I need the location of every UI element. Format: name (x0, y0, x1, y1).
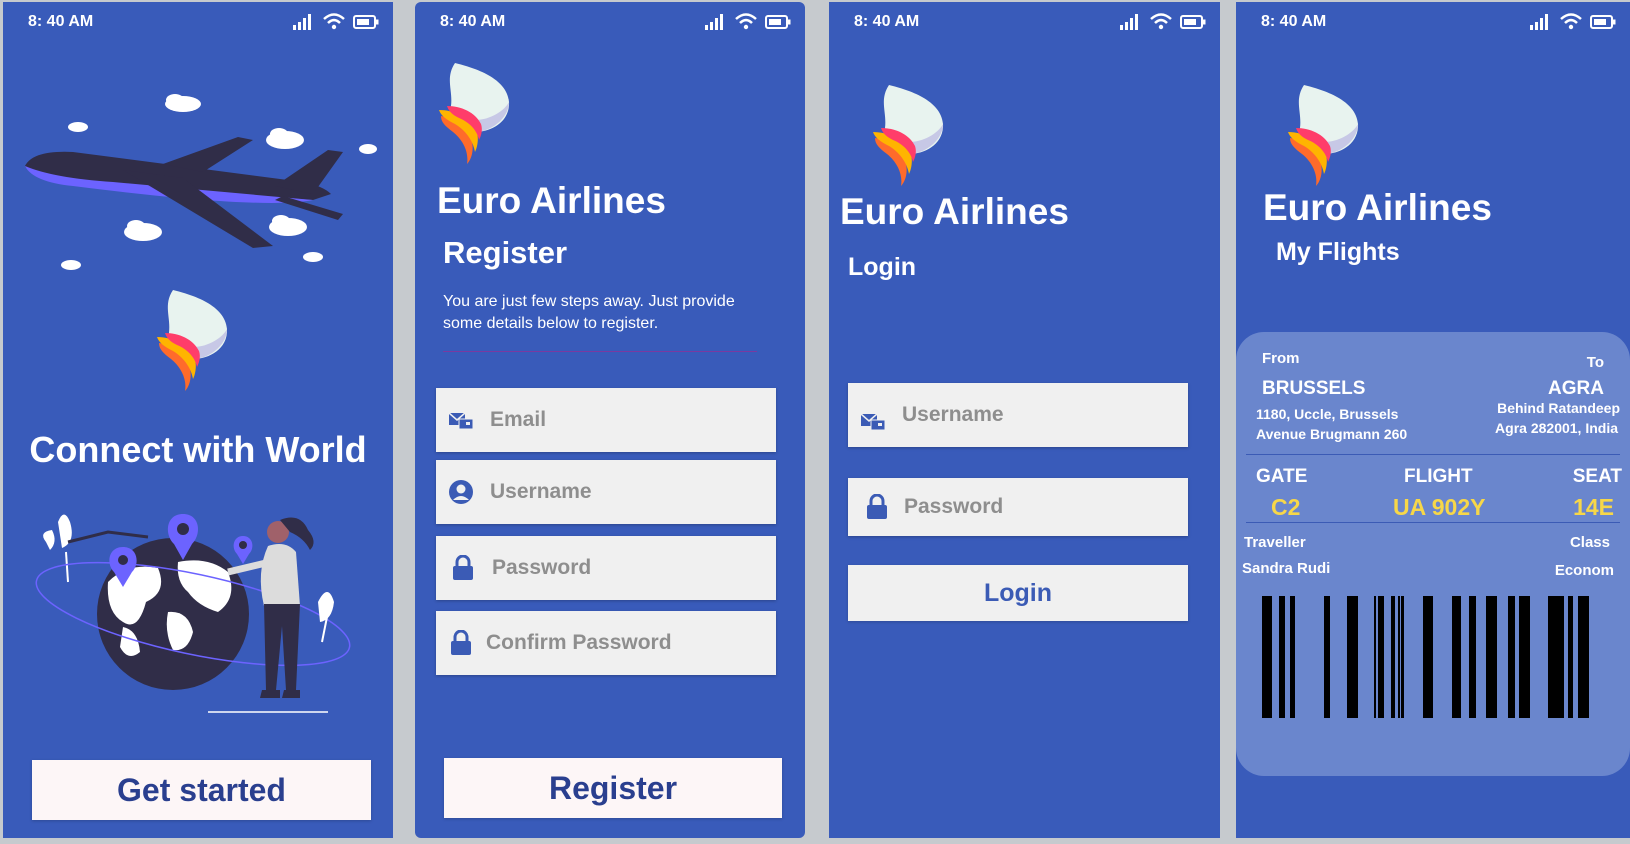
lock-icon (864, 494, 890, 520)
flight-value: UA 902Y (1393, 494, 1486, 520)
page-title: Register (443, 235, 568, 270)
euro-airlines-logo (1288, 85, 1359, 186)
wifi-icon (735, 13, 757, 30)
signal-icon (293, 14, 311, 30)
seat-value: 14E (1573, 494, 1614, 520)
from-address-line1: 1180, Uccle, Brussels (1256, 406, 1399, 422)
class-label: Class (1569, 534, 1610, 551)
brand-name: Euro Airlines (840, 191, 1069, 232)
status-icons (1120, 13, 1206, 30)
lock-icon (450, 555, 476, 581)
password-input[interactable] (490, 555, 754, 581)
to-label: To (1586, 354, 1604, 371)
divider (1246, 454, 1620, 455)
seat-label: SEAT (1572, 466, 1622, 487)
euro-airlines-logo (439, 63, 510, 164)
battery-icon (1180, 14, 1206, 29)
status-bar: 8: 40 AM (3, 2, 393, 42)
class-value: Econom (1554, 562, 1614, 579)
status-time: 8: 40 AM (28, 13, 94, 30)
welcome-screen: 8: 40 AM Connect with World Get started (3, 2, 393, 838)
username-input[interactable] (900, 402, 1164, 428)
globe-traveller-illustration (35, 514, 351, 713)
username-input[interactable] (488, 479, 752, 505)
wifi-icon (323, 13, 345, 30)
username-field[interactable] (848, 383, 1188, 447)
signal-icon (1120, 14, 1138, 30)
envelope-icon (448, 407, 474, 433)
status-bar: 8: 40 AM (415, 2, 805, 42)
user-icon (448, 479, 474, 505)
traveller-name: Sandra Rudi (1242, 560, 1331, 577)
register-button[interactable]: Register (444, 758, 782, 818)
to-address-line1: Behind Ratandeep (1497, 400, 1620, 416)
lock-icon (448, 630, 474, 656)
status-time: 8: 40 AM (854, 13, 920, 30)
to-address-line2: Agra 282001, India (1495, 420, 1618, 436)
my-flights-screen: 8: 40 AM Euro Airlines My Flights From T… (1236, 2, 1630, 838)
euro-airlines-logo (157, 290, 228, 391)
status-time: 8: 40 AM (1261, 13, 1327, 30)
brand-name: Euro Airlines (1263, 187, 1492, 228)
from-label: From (1262, 350, 1300, 367)
confirm-password-field[interactable] (436, 611, 776, 675)
page-title: My Flights (1276, 238, 1400, 266)
envelope-icon (860, 408, 886, 434)
confirm-password-input[interactable] (484, 630, 748, 656)
divider (1246, 522, 1620, 523)
boarding-pass-card[interactable]: From To BRUSSELS AGRA 1180, Uccle, Bruss… (1236, 332, 1630, 776)
divider (443, 351, 757, 352)
from-address-line2: Avenue Brugmann 260 (1256, 426, 1408, 442)
login-button[interactable]: Login (848, 565, 1188, 621)
signal-icon (1530, 14, 1548, 30)
flight-label: FLIGHT (1404, 466, 1473, 487)
status-icons (705, 13, 791, 30)
wifi-icon (1150, 13, 1172, 30)
login-screen: 8: 40 AM Euro Airlines Login Login (829, 2, 1220, 838)
from-city: BRUSSELS (1262, 378, 1366, 399)
battery-icon (765, 14, 791, 29)
euro-airlines-logo (873, 85, 944, 186)
airplane-illustration (25, 94, 377, 270)
password-field[interactable] (848, 478, 1188, 536)
status-icons (1530, 13, 1616, 30)
welcome-headline: Connect with World (29, 429, 367, 470)
email-field[interactable] (436, 388, 776, 452)
battery-icon (353, 14, 379, 29)
traveller-label: Traveller (1244, 534, 1306, 551)
gate-value: C2 (1271, 494, 1301, 520)
brand-name: Euro Airlines (437, 180, 666, 221)
signal-icon (705, 14, 723, 30)
register-screen: 8: 40 AM Euro Airlines Register You are … (415, 2, 805, 838)
status-bar: 8: 40 AM (829, 2, 1220, 42)
page-title: Login (848, 253, 917, 281)
password-field[interactable] (436, 536, 776, 600)
wifi-icon (1560, 13, 1582, 30)
battery-icon (1590, 14, 1616, 29)
barcode (1262, 596, 1589, 718)
username-field[interactable] (436, 460, 776, 524)
to-city: AGRA (1548, 378, 1604, 399)
status-bar: 8: 40 AM (1236, 2, 1630, 42)
password-input[interactable] (902, 494, 1166, 520)
email-input[interactable] (488, 407, 752, 433)
status-time: 8: 40 AM (440, 13, 506, 30)
get-started-button[interactable]: Get started (32, 760, 371, 820)
register-description: You are just few steps away. Just provid… (443, 293, 735, 332)
gate-label: GATE (1256, 466, 1308, 487)
status-icons (293, 13, 379, 30)
